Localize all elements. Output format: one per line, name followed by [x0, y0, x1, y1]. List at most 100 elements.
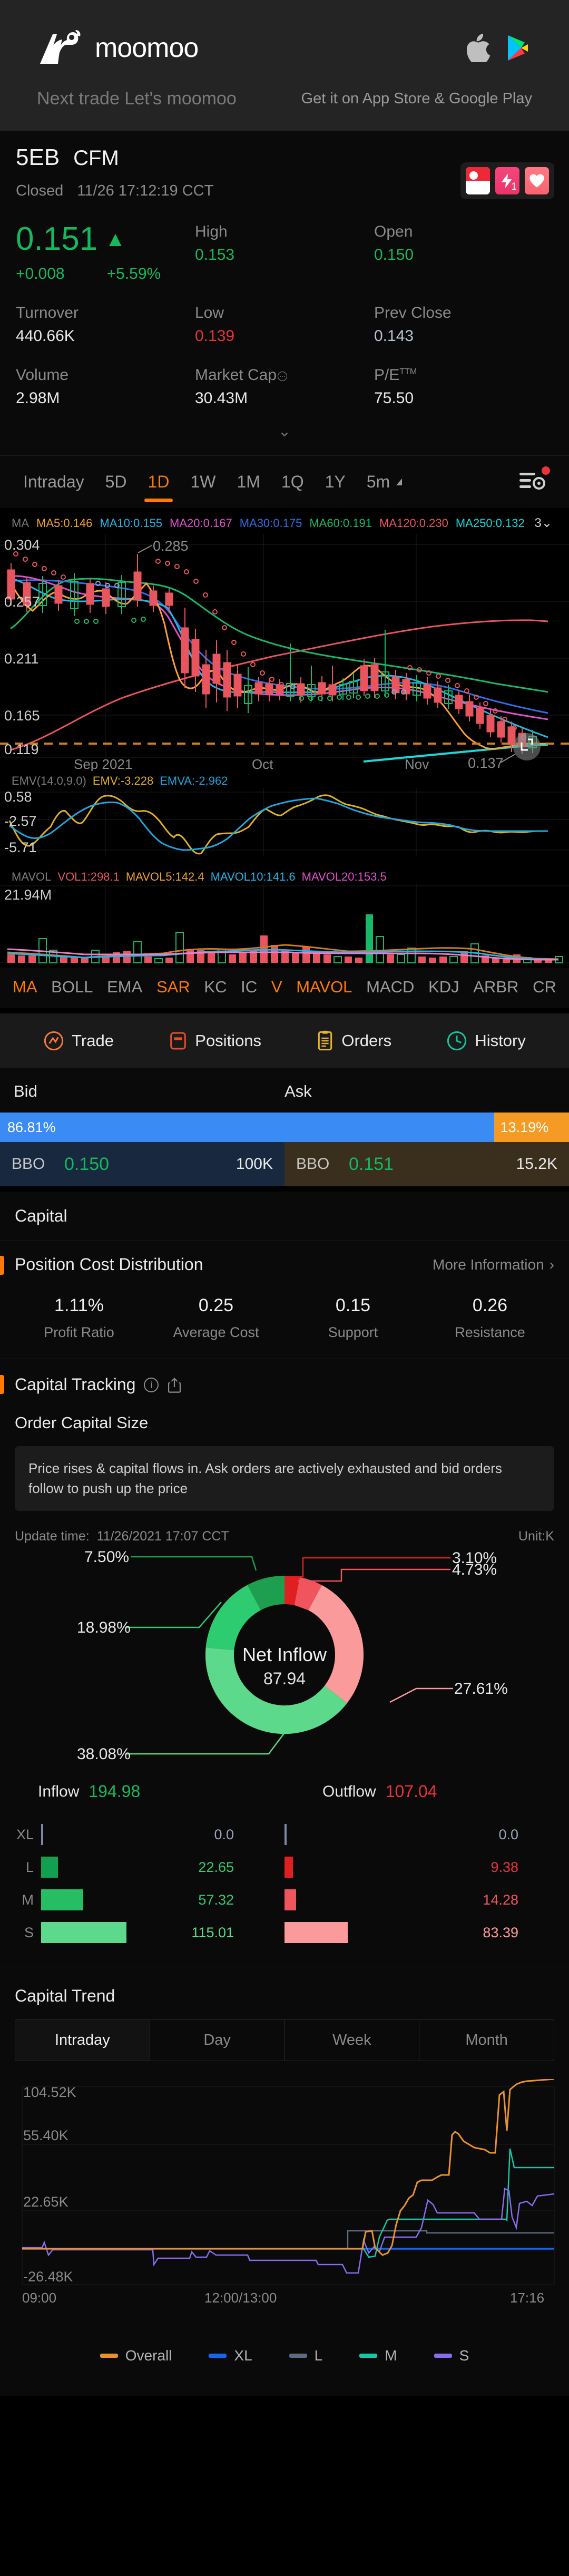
trend-x-label-2: 17:16 — [510, 2290, 544, 2306]
legend-m-dash — [359, 2354, 378, 2358]
apple-icon[interactable] — [467, 34, 491, 62]
tab-1w[interactable]: 1W — [180, 456, 226, 509]
indicator-sar[interactable]: SAR — [156, 978, 190, 997]
pcd-profit-ratio-label: Profit Ratio — [44, 1324, 114, 1340]
capital-trend-tab-month[interactable]: Month — [419, 2020, 554, 2061]
pcd-more-information[interactable]: More Information › — [433, 1256, 554, 1273]
action-history-label: History — [475, 1031, 526, 1050]
tab-1q[interactable]: 1Q — [271, 456, 315, 509]
symbol-name: CFM — [73, 147, 119, 170]
info-icon[interactable]: i — [144, 1377, 159, 1392]
legend-l[interactable]: L — [289, 2347, 323, 2364]
action-bar[interactable]: Trade Positions Orders History — [0, 1013, 569, 1068]
indicator-kdj[interactable]: KDJ — [428, 978, 459, 997]
stat-market-cap-value: 30.43M — [195, 389, 248, 407]
legend-m[interactable]: M — [359, 2347, 397, 2364]
ma-count-dropdown[interactable]: 3⌄ — [535, 515, 557, 531]
capital-tracking-title: Capital Tracking — [15, 1375, 136, 1394]
legend-m-label: M — [385, 2347, 397, 2364]
legend-xl[interactable]: XL — [209, 2347, 252, 2364]
action-positions[interactable]: Positions — [169, 1030, 261, 1051]
bbo-row[interactable]: BBO 0.150 100K BBO 0.151 15.2K — [0, 1142, 569, 1186]
capital-trend-tab-day[interactable]: Day — [150, 2020, 285, 2061]
google-play-icon[interactable] — [507, 35, 529, 61]
size-row-m-inflow-bar — [41, 1889, 83, 1911]
capital-tracking-accent-bar — [0, 1375, 4, 1394]
period-triangle-icon — [396, 479, 403, 485]
capital-trend-chart[interactable]: 104.52K 55.40K 22.65K -26.48K 09:00 12:0… — [0, 2078, 569, 2324]
size-row-m-outflow-value: 14.28 — [483, 1891, 518, 1908]
brand-name: moomoo — [95, 33, 199, 63]
market-cap-info-icon[interactable]: ⋯ — [278, 372, 288, 381]
size-row-xl-inflow-value: 0.0 — [214, 1826, 234, 1842]
app-promo-banner[interactable]: moomoo Next trade Let's moomoo Get it on… — [0, 0, 569, 131]
net-flow-donut[interactable]: 3.10% 4.73% 27.61% 7.50% 18.98% 38.08% N… — [0, 1544, 569, 1779]
legend-l-label: L — [314, 2347, 323, 2364]
price-stats-grid: 0.151 ▲ +0.008 +5.59% High 0.153 Open 0.… — [16, 223, 553, 417]
size-row-s-inflow: S 115.01 — [0, 1922, 284, 1944]
pcd-average-cost: 0.25 Average Cost — [148, 1295, 284, 1341]
size-row-l-inflow-bar — [41, 1857, 58, 1878]
legend-s-dash — [434, 2354, 452, 2358]
stat-pe-label-text: P/E — [374, 366, 400, 384]
share-icon[interactable] — [167, 1377, 182, 1393]
action-orders[interactable]: Orders — [316, 1030, 391, 1051]
badge-group[interactable]: 1 — [460, 162, 554, 199]
indicator-mavol[interactable]: MAVOL — [296, 978, 352, 997]
net-flow-donut-svg: 3.10% 4.73% 27.61% 7.50% 18.98% 38.08% N… — [0, 1544, 569, 1777]
indicator-ic[interactable]: IC — [241, 978, 257, 997]
tab-1y[interactable]: 1Y — [315, 456, 356, 509]
size-row-l-outflow-value: 9.38 — [490, 1859, 518, 1875]
size-row-l-inflow-value: 22.65 — [198, 1859, 234, 1875]
promo-cta[interactable]: Get it on App Store & Google Play — [301, 90, 532, 108]
capital-trend-legend: Overall XL L M S — [0, 2324, 569, 2375]
tab-5d[interactable]: 5D — [95, 456, 138, 509]
indicator-cr[interactable]: CR — [533, 978, 556, 997]
legend-overall[interactable]: Overall — [100, 2347, 172, 2364]
indicator-macd[interactable]: MACD — [366, 978, 414, 997]
size-row-m-inflow-value: 57.32 — [198, 1891, 234, 1908]
x-axis-label-1: Oct — [252, 756, 273, 771]
size-row-l-outflow: 9.38 — [284, 1857, 569, 1878]
tab-1m[interactable]: 1M — [226, 456, 270, 509]
store-icons[interactable] — [467, 34, 532, 62]
ma-legend-entry-3: MA30:0.175 — [239, 516, 302, 530]
singapore-flag-badge[interactable] — [466, 167, 490, 194]
indicator-strip[interactable]: MA BOLL EMA SAR KC IC V MAVOL MACD KDJ A… — [0, 968, 569, 1013]
indicator-ema[interactable]: EMA — [107, 978, 142, 997]
emv-legend-entry-0: EMV:-3.228 — [92, 774, 154, 787]
tab-1d[interactable]: 1D — [138, 456, 180, 509]
indicator-kc[interactable]: KC — [204, 978, 227, 997]
action-trade[interactable]: Trade — [43, 1030, 114, 1051]
heart-badge[interactable] — [525, 167, 549, 194]
tab-period-selector[interactable]: 5m — [356, 456, 413, 509]
action-history[interactable]: History — [446, 1030, 526, 1051]
tab-intraday[interactable]: Intraday — [13, 456, 95, 509]
indicator-ma[interactable]: MA — [13, 978, 37, 997]
legend-s[interactable]: S — [434, 2347, 469, 2364]
capital-trend-tab-week[interactable]: Week — [285, 2020, 420, 2061]
y-axis-label-2: 0.211 — [4, 651, 39, 667]
emv-chart[interactable]: 0.58 -2.57 -5.71 — [0, 788, 569, 867]
bbo-bid-cell[interactable]: BBO 0.150 100K — [0, 1142, 284, 1186]
volume-y-label-0: 21.94M — [4, 887, 52, 903]
lightning-1-badge[interactable]: 1 — [495, 167, 519, 194]
promo-top-row: moomoo — [37, 19, 532, 77]
pcd-support: 0.15 Support — [284, 1295, 421, 1341]
indicator-boll[interactable]: BOLL — [51, 978, 93, 997]
last-price: 0.151 ▲ — [16, 223, 195, 256]
price-chart[interactable]: 0.304 0.257 0.211 0.165 0.119 0.285 0.13… — [0, 534, 569, 771]
volume-chart[interactable]: 21.94M — [0, 884, 569, 968]
chart-settings-icon[interactable] — [518, 466, 556, 495]
emv-y-label-0: 0.58 — [4, 789, 32, 805]
capital-tracking-header: Capital Tracking i — [0, 1359, 569, 1399]
capital-trend-tabs[interactable]: Intraday Day Week Month — [15, 2019, 554, 2062]
expand-quote-chevron-down-icon[interactable]: ⌄ — [16, 417, 553, 441]
indicator-v[interactable]: V — [271, 978, 282, 997]
chart-period-tabs[interactable]: Intraday 5D 1D 1W 1M 1Q 1Y 5m — [0, 455, 569, 508]
indicator-arbr[interactable]: ARBR — [473, 978, 518, 997]
bbo-ask-cell[interactable]: BBO 0.151 15.2K — [284, 1142, 569, 1186]
stat-volume: Volume 2.98M — [16, 359, 195, 417]
capital-section-header: Capital — [0, 1186, 569, 1241]
capital-trend-tab-intraday[interactable]: Intraday — [15, 2020, 150, 2061]
